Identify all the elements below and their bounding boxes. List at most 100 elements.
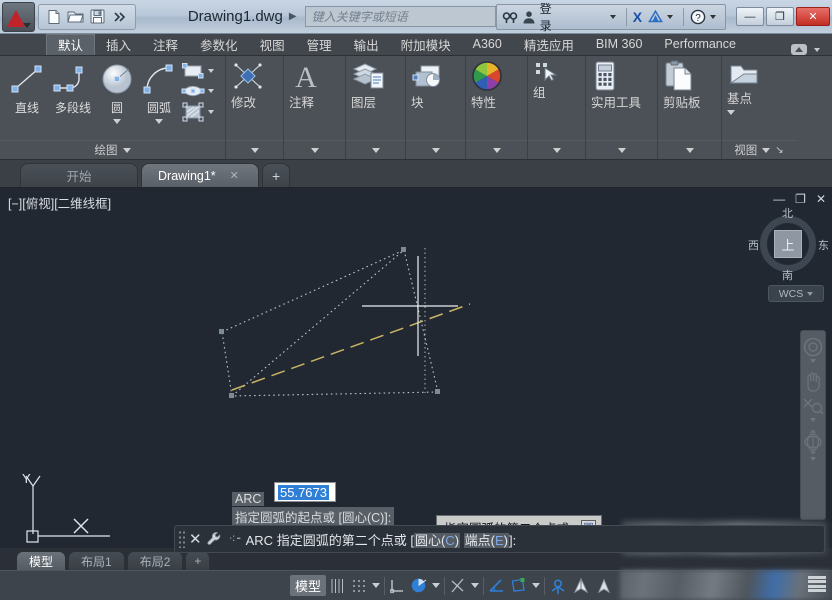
ribbon-button-polyline[interactable]: 多段线 [49, 60, 97, 116]
a360-chevron-down-icon[interactable] [667, 15, 673, 19]
ribbon-button-modify[interactable]: 修改 [231, 60, 278, 111]
transparency-icon[interactable] [595, 577, 613, 595]
drawing-canvas[interactable]: [−][俯视][二维线框] — ❐ ✕ [0, 188, 832, 548]
panel-expand-group[interactable] [528, 140, 585, 159]
object-snap-icon[interactable] [449, 577, 466, 594]
layout-tab-layout2[interactable]: 布局2 [127, 551, 184, 570]
ribbon-button-annotation[interactable]: A 注释 [289, 60, 340, 111]
layout-tab-layout1[interactable]: 布局1 [68, 551, 125, 570]
help-icon[interactable]: ? [690, 9, 706, 25]
view-cube-east-label[interactable]: 东 [818, 237, 829, 253]
zoom-extents-icon[interactable] [802, 396, 824, 425]
ucs-selector[interactable]: WCS [768, 285, 824, 302]
command-line-close-icon[interactable]: ✕ [189, 530, 202, 548]
chevron-down-icon[interactable] [810, 418, 816, 422]
panel-dropdown-icon[interactable] [618, 148, 626, 153]
ribbon-tab-a360[interactable]: A360 [462, 34, 513, 55]
snap-dropdown-icon[interactable] [372, 583, 380, 588]
search-help-icon[interactable] [502, 10, 518, 24]
account-chevron-down-icon[interactable] [610, 15, 616, 19]
command-line-settings-icon[interactable] [207, 531, 223, 547]
panel-expand-annotation[interactable] [284, 140, 345, 159]
qat-more-icon[interactable] [109, 7, 131, 27]
ribbon-button-arc[interactable]: 圆弧 [137, 60, 181, 124]
ribbon-tab-bim360[interactable]: BIM 360 [585, 34, 654, 55]
grid-display-icon[interactable] [330, 578, 346, 594]
panel-title-draw[interactable]: 绘图 [0, 140, 225, 159]
ribbon-button-block[interactable]: 块 [411, 60, 460, 111]
panel-dropdown-icon[interactable] [372, 148, 380, 153]
close-button[interactable]: ✕ [796, 7, 830, 26]
arc-dropdown-icon[interactable] [155, 119, 163, 124]
search-input[interactable]: 键入关键字或短语 [305, 6, 496, 27]
document-tab-start[interactable]: 开始 [20, 163, 138, 187]
polar-tracking-icon[interactable] [410, 577, 427, 594]
snap-mode-icon[interactable] [351, 578, 367, 594]
ribbon-button-hatch[interactable] [181, 102, 214, 122]
open-file-icon[interactable] [65, 7, 87, 27]
user-avatar-icon[interactable] [522, 10, 536, 24]
ribbon-button-basepoint[interactable]: 基点 [727, 60, 791, 115]
isometric-draft-icon[interactable] [510, 577, 527, 594]
command-option-endpoint[interactable]: 端点(E) [464, 533, 509, 548]
chevron-down-icon[interactable] [810, 359, 816, 363]
basepoint-dropdown-icon[interactable] [727, 110, 735, 115]
ribbon-button-utilities[interactable]: 实用工具 [591, 60, 652, 111]
ribbon-minimize-control[interactable] [791, 44, 824, 55]
steering-wheel-icon[interactable] [803, 337, 823, 366]
customize-status-bar-icon[interactable] [808, 576, 826, 592]
view-cube[interactable]: 上 北 南 西 东 [752, 208, 824, 280]
panel-expand-utilities[interactable] [586, 140, 657, 159]
application-menu-button[interactable] [2, 2, 35, 32]
help-chevron-down-icon[interactable] [710, 15, 716, 19]
command-prompt-text[interactable]: ARC 指定圆弧的第二个点或 [圆心(C) 端点(E)]: [246, 530, 517, 549]
ribbon-tab-parametric[interactable]: 参数化 [189, 34, 249, 55]
ribbon-button-clipboard[interactable]: 剪贴板 [663, 60, 716, 111]
ribbon-tab-featured-apps[interactable]: 精选应用 [513, 34, 585, 55]
layout-tab-add[interactable]: + [185, 551, 210, 570]
panel-expand-clipboard[interactable] [658, 140, 721, 159]
ribbon-button-circle[interactable]: 圆 [97, 60, 137, 124]
annotation-angle-icon[interactable] [488, 577, 505, 594]
ribbon-button-group[interactable]: 组 [533, 60, 580, 101]
circle-dropdown-icon[interactable] [113, 119, 121, 124]
view-cube-south-label[interactable]: 南 [782, 267, 793, 283]
view-cube-top-face[interactable]: 上 [774, 230, 802, 258]
panel-expand-properties[interactable] [466, 140, 527, 159]
ribbon-tab-manage[interactable]: 管理 [296, 34, 343, 55]
panel-dropdown-icon[interactable] [762, 148, 770, 153]
ribbon-tab-annotate[interactable]: 注释 [142, 34, 189, 55]
new-file-icon[interactable] [43, 7, 65, 27]
ribbon-tab-view[interactable]: 视图 [249, 34, 296, 55]
ribbon-tab-output[interactable]: 输出 [343, 34, 390, 55]
document-tab-drawing1[interactable]: Drawing1* ✕ [141, 163, 259, 187]
maximize-button[interactable]: ❐ [766, 7, 794, 26]
ribbon-tab-default[interactable]: 默认 [46, 34, 95, 55]
panel-dropdown-icon[interactable] [686, 148, 694, 153]
hatch-dropdown-icon[interactable] [208, 110, 214, 114]
command-option-center[interactable]: 圆心(C) [414, 533, 460, 548]
view-cube-west-label[interactable]: 西 [748, 237, 759, 253]
ribbon-tab-insert[interactable]: 插入 [95, 34, 142, 55]
ribbon-tab-addins[interactable]: 附加模块 [390, 34, 462, 55]
annotation-dropdown-icon[interactable] [532, 583, 540, 588]
panel-dropdown-icon[interactable] [311, 148, 319, 153]
autodesk-360-icon[interactable] [648, 10, 663, 23]
ribbon-button-line[interactable]: 直线 [5, 60, 49, 116]
command-line[interactable]: ✕ ⁖⁃ ARC 指定圆弧的第二个点或 [圆心(C) 端点(E)]: [174, 525, 825, 553]
panel-expand-layers[interactable] [346, 140, 405, 159]
sign-in-label[interactable]: 登录 [540, 0, 560, 34]
ortho-mode-icon[interactable] [389, 578, 405, 594]
dynamic-ucs-icon[interactable] [572, 577, 590, 595]
view-cube-north-label[interactable]: 北 [782, 205, 793, 221]
pan-hand-icon[interactable] [803, 370, 823, 392]
panel-dropdown-icon[interactable] [123, 148, 131, 153]
document-title-arrow-icon[interactable]: ▶ [289, 11, 297, 22]
save-icon[interactable] [87, 7, 109, 27]
object-snap-tracking-icon[interactable] [549, 577, 567, 595]
polar-dropdown-icon[interactable] [432, 583, 440, 588]
ribbon-button-rectangle[interactable] [181, 62, 214, 80]
panel-title-view[interactable]: 视图 ↘ [722, 140, 796, 159]
exchange-app-icon[interactable]: X [633, 9, 642, 25]
osnap-dropdown-icon[interactable] [471, 583, 479, 588]
